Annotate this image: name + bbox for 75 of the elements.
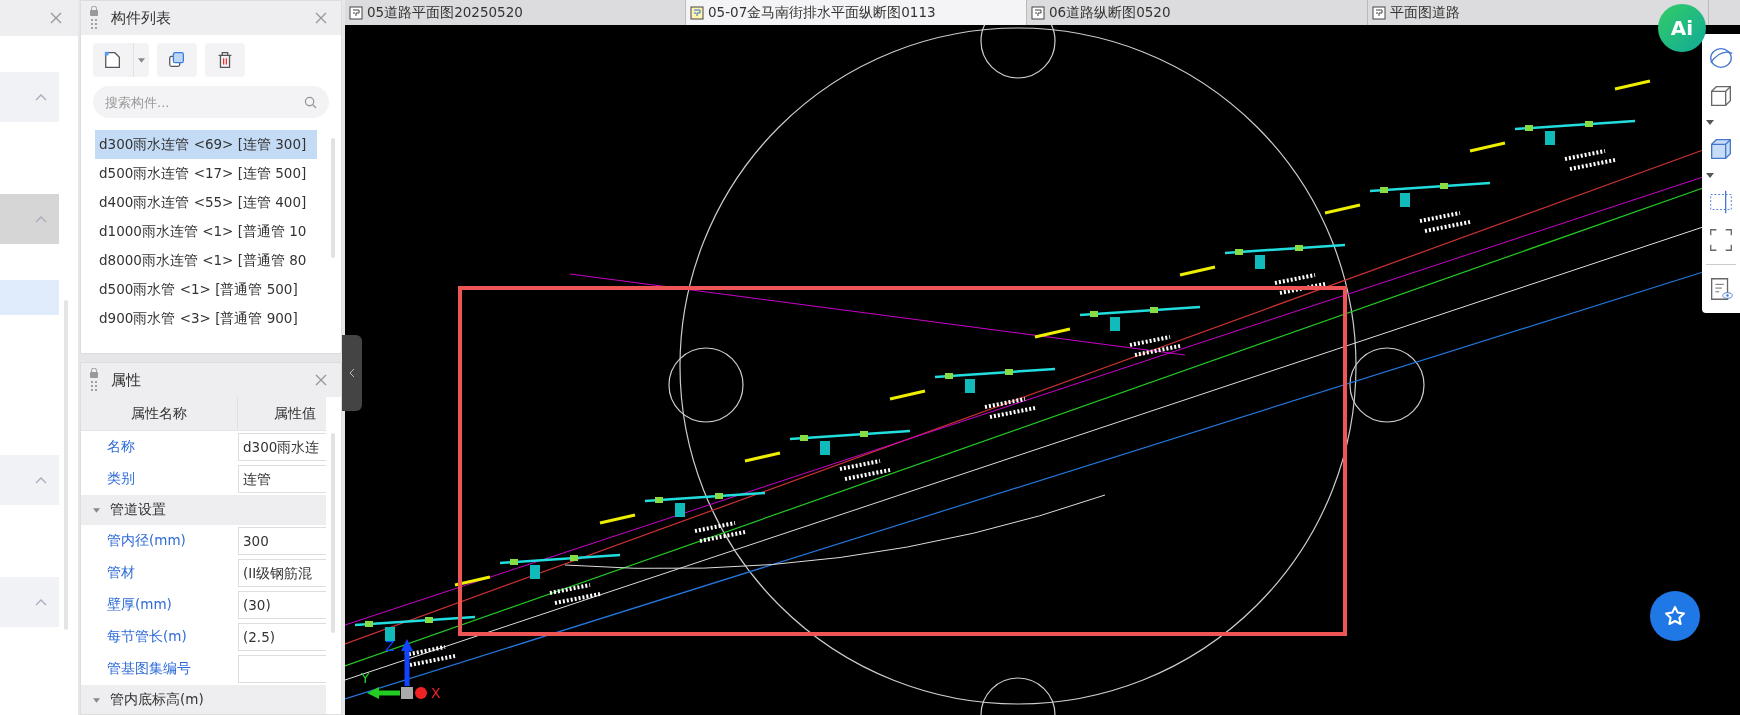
property-name: 管材 — [106, 563, 136, 582]
component-list-item[interactable]: d500雨水管 <1> [普通管 500] — [95, 275, 317, 304]
panel-title: 构件列表 — [111, 8, 172, 28]
circle-outline[interactable] — [679, 27, 1357, 705]
copy-icon — [167, 50, 187, 70]
panel-title: 属性 — [111, 370, 142, 390]
search-field[interactable]: 搜索构件... — [93, 86, 329, 118]
y-axis-label: Y — [361, 670, 370, 686]
z-axis-arrow — [401, 639, 413, 686]
new-file-icon — [103, 50, 123, 70]
new-component-button[interactable] — [93, 43, 133, 77]
component-list-item[interactable]: d900雨水管 <3> [普通管 900] — [95, 304, 317, 333]
property-value-field[interactable]: d300雨水连 — [238, 433, 326, 461]
pipe-segment-drawing[interactable] — [789, 389, 926, 481]
favorite-button[interactable] — [1650, 591, 1700, 641]
origin-cube — [401, 687, 413, 699]
property-name: 管内径(mm) — [106, 531, 187, 550]
copy-button[interactable] — [157, 43, 197, 77]
collapse-handle[interactable] — [342, 335, 362, 411]
y-axis-arrow — [367, 687, 400, 699]
pipe-segment-drawing[interactable] — [1079, 265, 1216, 357]
caret-icon — [138, 57, 145, 63]
property-value-field[interactable]: (2.5) — [238, 623, 326, 651]
caret-icon[interactable] — [1706, 173, 1714, 178]
component-list-item[interactable]: d1000雨水连管 <1> [普通管 10 — [95, 217, 317, 246]
group-label: 管道设置 — [110, 501, 166, 519]
property-group[interactable]: 管道设置 — [81, 495, 326, 525]
circle-outline[interactable] — [980, 25, 1056, 79]
pipe-segment-drawing[interactable] — [354, 575, 491, 667]
pipe-segment-drawing[interactable] — [934, 327, 1071, 419]
chevron-left-icon — [349, 368, 355, 378]
component-list-item[interactable]: d400雨水连管 <55> [连管 400] — [95, 188, 317, 217]
search-icon — [304, 96, 317, 109]
property-name: 管基图集编号 — [106, 659, 192, 678]
document-tab[interactable]: 05-07金马南街排水平面纵断图0113 — [686, 0, 1027, 25]
drawing-icon — [1372, 5, 1386, 20]
close-icon[interactable] — [315, 12, 327, 24]
circle-outline[interactable] — [980, 677, 1056, 715]
x-axis-marker — [415, 687, 427, 699]
property-name: 名称 — [106, 437, 136, 456]
drawing-icon — [349, 5, 363, 20]
pipe-segment-drawing[interactable] — [1514, 79, 1651, 171]
close-icon[interactable] — [50, 12, 62, 24]
pipe-segment-drawing[interactable] — [644, 451, 781, 543]
property-name: 类别 — [106, 469, 136, 488]
property-value-field[interactable]: 300 — [238, 527, 326, 555]
component-list-item[interactable]: d8000雨水连管 <1> [普通管 80 — [95, 246, 317, 275]
property-value-field[interactable]: (II级钢筋混 — [238, 559, 326, 587]
property-value-field[interactable]: 连管 — [238, 465, 326, 493]
delete-button[interactable] — [205, 43, 245, 77]
property-name: 每节管长(m) — [106, 627, 188, 646]
column-header: 属性名称 — [81, 397, 238, 431]
pipe-network-drawing[interactable] — [345, 79, 1704, 700]
pipe-segment-drawing[interactable] — [1369, 141, 1506, 233]
lock-icon[interactable] — [89, 6, 99, 30]
group-label: 管内底标高(m) — [110, 691, 204, 709]
circle-outline[interactable] — [668, 347, 744, 423]
property-value-field[interactable] — [238, 655, 326, 683]
lock-icon[interactable] — [89, 368, 99, 392]
close-icon[interactable] — [315, 374, 327, 386]
pipe-segment-drawing[interactable] — [1224, 203, 1361, 295]
property-value-field[interactable]: (30) — [238, 591, 326, 619]
property-name: 壁厚(mm) — [106, 595, 173, 614]
star-icon — [1663, 604, 1687, 628]
drawing-icon — [1031, 5, 1045, 20]
z-axis-label: Z — [385, 638, 395, 654]
drawing-icon — [690, 5, 704, 20]
caret-icon[interactable] — [1706, 120, 1714, 125]
x-axis-label: X — [431, 685, 441, 701]
circle-outline[interactable] — [1349, 347, 1425, 423]
property-group[interactable]: 管内底标高(m) — [81, 685, 326, 714]
component-list-item[interactable]: d500雨水连管 <17> [连管 500] — [95, 159, 317, 188]
component-list-item[interactable]: d300雨水连管 <69> [连管 300] — [95, 130, 317, 159]
column-header: 属性值 — [238, 397, 326, 431]
pipe-segment-drawing[interactable] — [499, 513, 636, 605]
